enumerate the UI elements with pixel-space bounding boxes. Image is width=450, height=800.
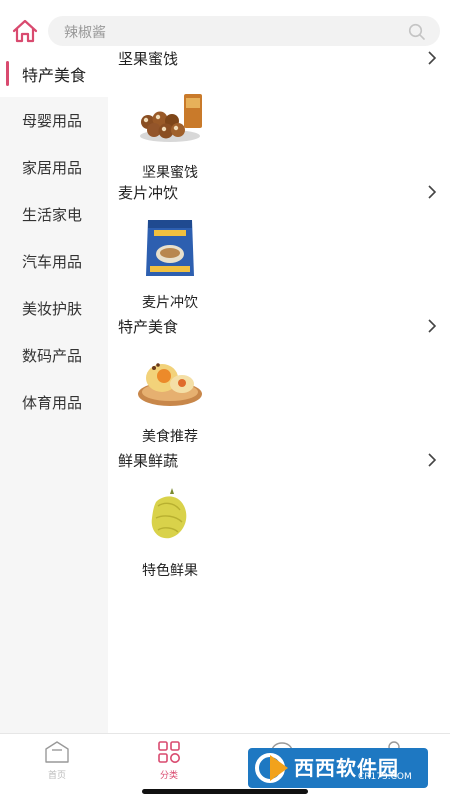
sidebar-item-label: 特产美食 [22, 65, 87, 85]
sidebar-item-appliances[interactable]: 生活家电 [0, 191, 108, 238]
sidebar-item-label: 生活家电 [22, 206, 83, 224]
sidebar-item-mother-baby[interactable]: 母婴用品 [0, 97, 108, 144]
section-header[interactable]: 鲜果鲜蔬 [108, 448, 450, 474]
sidebar-item-beauty[interactable]: 美妆护肤 [0, 285, 108, 332]
oatmeal-image [146, 220, 194, 276]
chevron-right-icon[interactable] [426, 452, 438, 468]
sidebar-item-label: 美妆护肤 [22, 300, 83, 318]
watermark-url: CR173.COM [358, 772, 412, 782]
section-header[interactable]: 麦片冲饮 [108, 180, 450, 206]
watermark-emblem-icon [255, 753, 288, 783]
home-button[interactable] [10, 16, 40, 46]
section-header[interactable]: 坚果蜜饯 [108, 46, 450, 72]
search-icon[interactable] [408, 23, 426, 41]
watermark-background: 西西软件园 CR173.COM [248, 748, 428, 788]
chevron-right-icon[interactable] [426, 50, 438, 66]
sidebar-item-digital[interactable]: 数码产品 [0, 332, 108, 379]
sidebar-item-label: 体育用品 [22, 394, 83, 412]
search-input[interactable]: 辣椒酱 [48, 16, 440, 46]
section-title: 鲜果鲜蔬 [118, 452, 179, 470]
chevron-right-icon[interactable] [426, 184, 438, 200]
product-card[interactable]: 坚果蜜饯 [134, 86, 206, 182]
product-name: 特色鲜果 [142, 563, 198, 579]
product-card[interactable]: 麦片冲饮 [134, 216, 206, 312]
section-header[interactable]: 特产美食 [108, 314, 450, 340]
sidebar-item-label: 母婴用品 [22, 112, 83, 130]
product-name: 坚果蜜饯 [142, 165, 198, 181]
header: 辣椒酱 [0, 0, 450, 50]
section-nuts: 坚果蜜饯 [108, 46, 450, 72]
section-oatmeal: 麦片冲饮 [108, 180, 450, 206]
section-specialty: 特产美食 [108, 314, 450, 340]
search-placeholder: 辣椒酱 [64, 25, 106, 41]
sidebar-item-label: 数码产品 [22, 347, 83, 365]
durian-image [151, 488, 187, 539]
section-fruits: 鲜果鲜蔬 [108, 448, 450, 474]
section-title: 麦片冲饮 [118, 184, 179, 202]
product-card[interactable]: 美食推荐 [134, 350, 206, 446]
sidebar-item-home-goods[interactable]: 家居用品 [0, 144, 108, 191]
watermark-logo: 西西软件园 CR173.COM [248, 748, 428, 792]
sidebar-item-car-goods[interactable]: 汽车用品 [0, 238, 108, 285]
chevron-right-icon[interactable] [426, 318, 438, 334]
home-tab-icon [45, 741, 69, 763]
home-icon [12, 19, 38, 43]
tab-category[interactable]: 分类 [139, 740, 199, 781]
home-indicator [142, 789, 308, 794]
nuts-image [140, 94, 202, 142]
sidebar-item-label: 汽车用品 [22, 253, 83, 271]
tab-label: 首页 [47, 771, 66, 781]
tab-home[interactable]: 首页 [27, 740, 87, 781]
section-title: 特产美食 [118, 318, 179, 336]
category-grid-icon [158, 741, 180, 763]
tab-label: 分类 [159, 771, 178, 781]
pastry-image [138, 363, 202, 406]
sidebar-item-specialty-food[interactable]: 特产美食 [0, 50, 108, 97]
product-card[interactable]: 特色鲜果 [134, 484, 206, 580]
product-name: 美食推荐 [142, 429, 198, 445]
sidebar-item-label: 家居用品 [22, 159, 83, 177]
sidebar-item-sports[interactable]: 体育用品 [0, 379, 108, 426]
category-sidebar: 特产美食 母婴用品 家居用品 生活家电 汽车用品 美妆护肤 数码产品 体育用品 [0, 50, 108, 733]
product-name: 麦片冲饮 [142, 295, 198, 311]
category-content: 坚果蜜饯 坚果蜜饯 麦片冲饮 麦片冲饮 特产美食 美食推荐 鲜果鲜蔬 特色鲜果 [108, 46, 450, 733]
section-title: 坚果蜜饯 [118, 50, 179, 68]
